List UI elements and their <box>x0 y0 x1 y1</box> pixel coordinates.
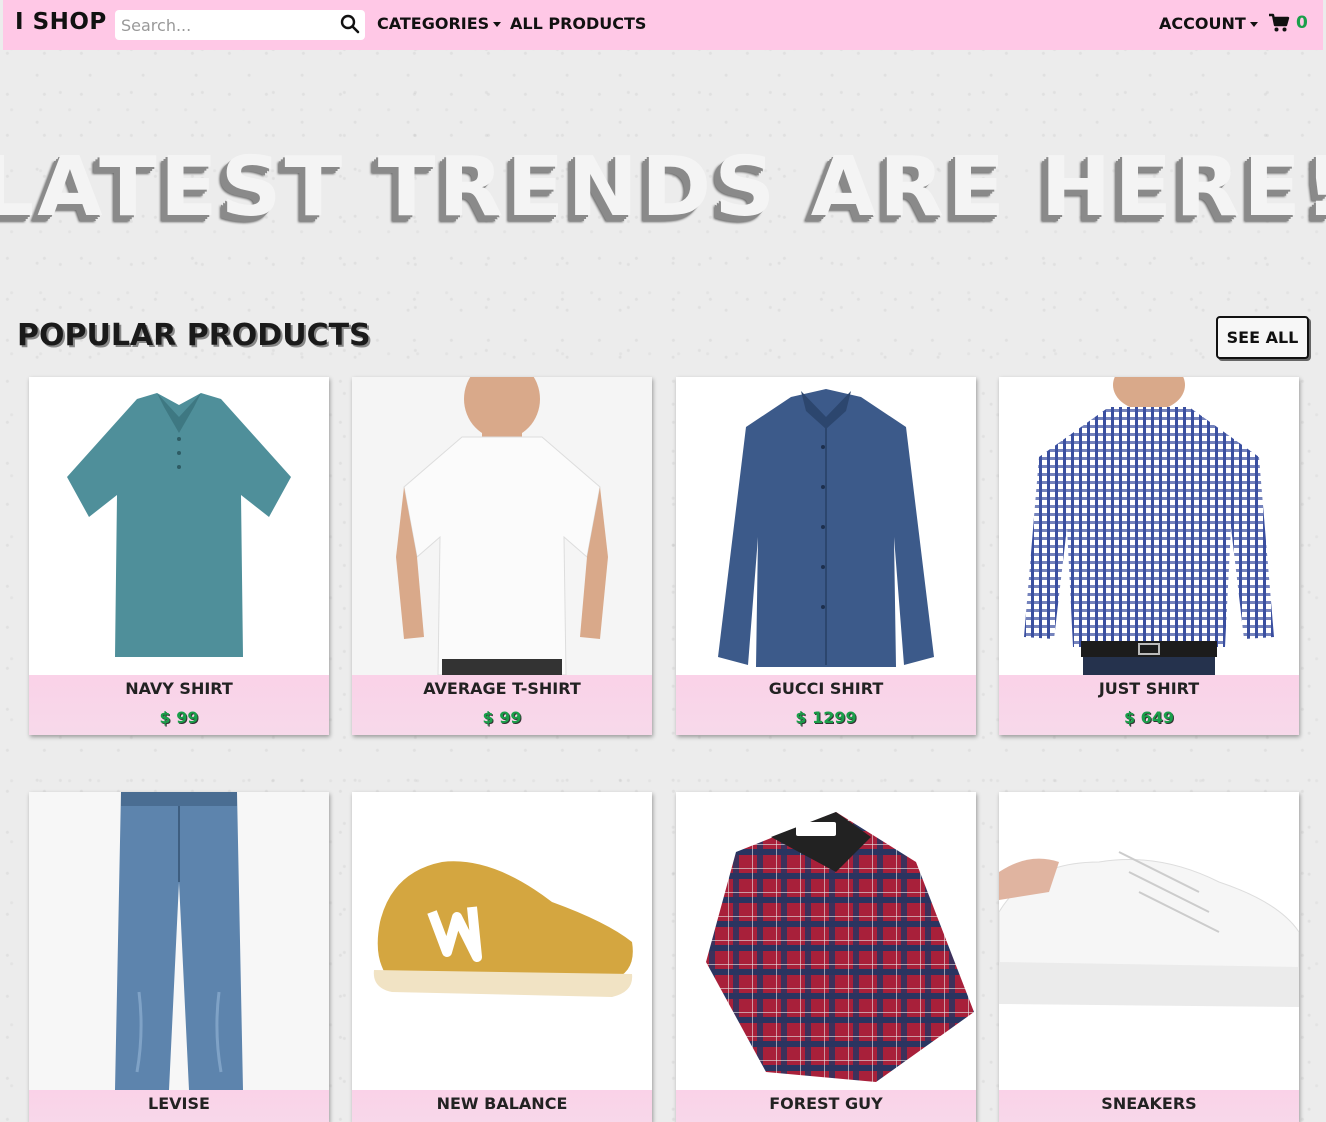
product-info: NAVY SHIRT $ 99 <box>29 675 329 735</box>
search-box <box>115 10 365 40</box>
product-price: $ 1299 <box>795 708 857 727</box>
product-card[interactable]: FOREST GUY <box>676 792 976 1122</box>
product-name: NEW BALANCE <box>436 1094 568 1113</box>
shopping-cart-icon <box>1269 13 1290 32</box>
product-image-checked-shirt <box>999 377 1299 675</box>
product-name: AVERAGE T-SHIRT <box>423 679 581 698</box>
brand-logo[interactable]: I SHOP <box>15 9 107 35</box>
hero-title: LATEST TRENDS ARE HERE! <box>0 140 1326 235</box>
navbar: I SHOP CATEGORIES ALL PRODUCTS ACCOUNT 0 <box>3 0 1323 50</box>
product-image-plaid-shirt <box>676 792 976 1090</box>
product-card[interactable]: GUCCI SHIRT $ 1299 <box>676 377 976 735</box>
product-card[interactable]: NAVY SHIRT $ 99 <box>29 377 329 735</box>
product-image-teal-polo <box>29 377 329 675</box>
search-input[interactable] <box>115 11 325 39</box>
product-card[interactable]: SNEAKERS <box>999 792 1299 1122</box>
product-info: JUST SHIRT $ 649 <box>999 675 1299 735</box>
product-name: JUST SHIRT <box>1098 679 1200 698</box>
product-image-yellow-sneaker <box>352 792 652 1090</box>
see-all-button[interactable]: SEE ALL <box>1216 316 1309 359</box>
product-name: FOREST GUY <box>769 1094 883 1113</box>
product-price: $ 99 <box>159 708 199 727</box>
product-info: FOREST GUY <box>676 1090 976 1122</box>
product-price: $ 99 <box>482 708 522 727</box>
chevron-down-icon <box>1249 22 1258 27</box>
product-price: $ 649 <box>1123 708 1175 727</box>
product-info: LEVISE <box>29 1090 329 1122</box>
nav-all-products[interactable]: ALL PRODUCTS <box>510 14 646 33</box>
section-title: POPULAR PRODUCTS <box>17 318 371 353</box>
nav-categories-label: CATEGORIES <box>377 14 490 33</box>
product-name: SNEAKERS <box>1101 1094 1197 1113</box>
product-info: AVERAGE T-SHIRT $ 99 <box>352 675 652 735</box>
nav-account-dropdown[interactable]: ACCOUNT <box>1159 14 1258 33</box>
chevron-down-icon <box>493 22 502 27</box>
product-image-denim-shirt <box>676 377 976 675</box>
product-card[interactable]: JUST SHIRT $ 649 <box>999 377 1299 735</box>
product-image-blue-jeans <box>29 792 329 1090</box>
product-info: GUCCI SHIRT $ 1299 <box>676 675 976 735</box>
product-image-white-tshirt <box>352 377 652 676</box>
cart-count: 0 <box>1296 13 1308 33</box>
product-info: SNEAKERS <box>999 1090 1299 1122</box>
product-card[interactable]: AVERAGE T-SHIRT $ 99 <box>352 377 652 735</box>
cart-button[interactable]: 0 <box>1268 13 1308 33</box>
product-info: NEW BALANCE <box>352 1090 652 1122</box>
product-name: LEVISE <box>148 1094 210 1113</box>
product-card[interactable]: NEW BALANCE <box>352 792 652 1122</box>
product-name: NAVY SHIRT <box>125 679 233 698</box>
product-card[interactable]: LEVISE <box>29 792 329 1122</box>
product-image-white-sneaker <box>999 792 1299 1090</box>
nav-categories-dropdown[interactable]: CATEGORIES <box>377 14 502 33</box>
nav-account-label: ACCOUNT <box>1159 14 1246 33</box>
search-icon[interactable] <box>340 14 360 34</box>
product-name: GUCCI SHIRT <box>768 679 884 698</box>
